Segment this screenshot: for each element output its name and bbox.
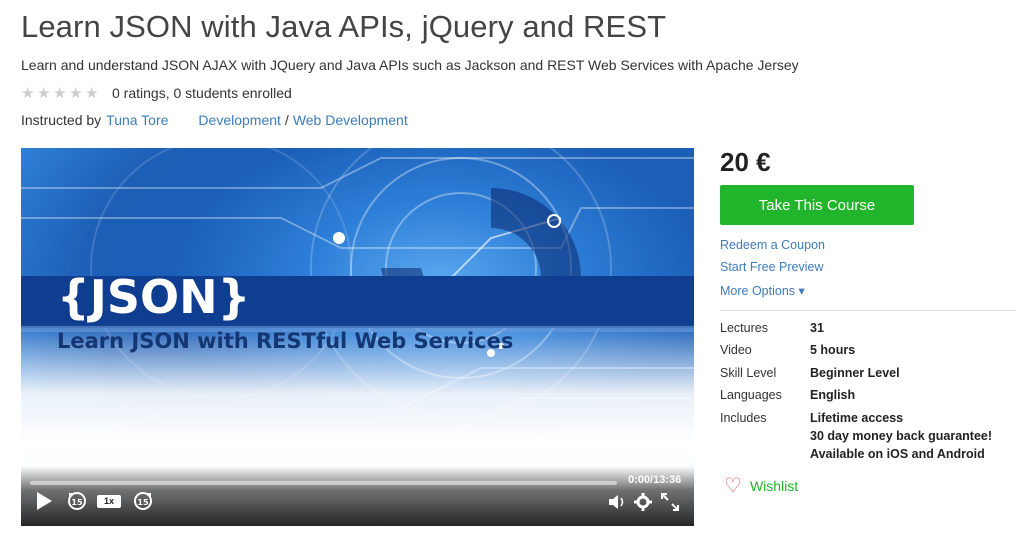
volume-icon[interactable] [608, 494, 628, 512]
course-title: Learn JSON with Java APIs, jQuery and RE… [21, 9, 667, 44]
skill-level-value: Beginner Level [810, 366, 900, 380]
rating-text: 0 ratings, 0 students enrolled [112, 85, 292, 101]
video-controls-bar [21, 466, 694, 526]
fullscreen-icon[interactable] [661, 493, 679, 513]
settings-gear-icon[interactable] [634, 493, 652, 513]
instructed-by-label: Instructed by [21, 112, 102, 128]
includes-item: 30 day money back guarantee! [810, 429, 993, 443]
more-options-link[interactable]: More Options ▾ [720, 283, 805, 298]
rewind-seconds: 15 [71, 498, 83, 507]
redeem-coupon-link[interactable]: Redeem a Coupon [720, 238, 825, 252]
star-icon: ★ [53, 84, 67, 102]
take-course-button[interactable]: Take This Course [720, 185, 914, 225]
forward-seconds: 15 [137, 498, 149, 507]
progress-bar[interactable] [30, 481, 617, 485]
heart-icon: ♡ [724, 475, 742, 497]
free-preview-link[interactable]: Start Free Preview [720, 260, 824, 274]
video-player[interactable]: {JSON} Learn JSON with RESTful Web Servi… [21, 148, 694, 526]
wishlist-label: Wishlist [749, 478, 799, 494]
rewind-15-icon[interactable]: 15 [66, 490, 88, 514]
wishlist-button[interactable]: ♡ Wishlist [724, 476, 798, 496]
star-icon: ★ [85, 84, 99, 102]
rating-row: ★ ★ ★ ★ ★ 0 ratings, 0 students enrolled [21, 84, 292, 102]
play-icon[interactable] [35, 491, 53, 513]
instructor-link[interactable]: Tuna Tore [106, 112, 168, 128]
skill-level-label: Skill Level [720, 366, 777, 380]
star-icon: ★ [21, 84, 35, 102]
sidebar-divider [720, 310, 1016, 311]
category-link[interactable]: Development [198, 112, 281, 128]
languages-label: Languages [720, 388, 782, 402]
course-price: 20 € [720, 147, 771, 177]
playback-speed-button[interactable]: 1x [97, 495, 121, 508]
breadcrumb-separator: / [284, 112, 289, 128]
time-display: 0:00/13:36 [628, 474, 682, 486]
includes-item: Lifetime access [810, 411, 904, 425]
video-value: 5 hours [810, 343, 856, 357]
video-headline: Learn JSON with RESTful Web Services [57, 329, 514, 353]
lectures-value: 31 [810, 321, 824, 335]
json-logo: {JSON} [57, 270, 251, 324]
course-subtitle: Learn and understand JSON AJAX with JQue… [21, 57, 799, 73]
star-icon: ★ [69, 84, 83, 102]
star-icon: ★ [37, 84, 51, 102]
includes-item: Available on iOS and Android [810, 447, 985, 461]
languages-value: English [810, 388, 856, 402]
lectures-label: Lectures [720, 321, 768, 335]
subcategory-link[interactable]: Web Development [293, 112, 408, 128]
includes-label: Includes [720, 411, 767, 425]
forward-15-icon[interactable]: 15 [132, 490, 154, 514]
instructor-row: Instructed by Tuna Tore Development / We… [21, 112, 408, 128]
video-label: Video [720, 343, 752, 357]
rating-stars: ★ ★ ★ ★ ★ [21, 86, 100, 101]
